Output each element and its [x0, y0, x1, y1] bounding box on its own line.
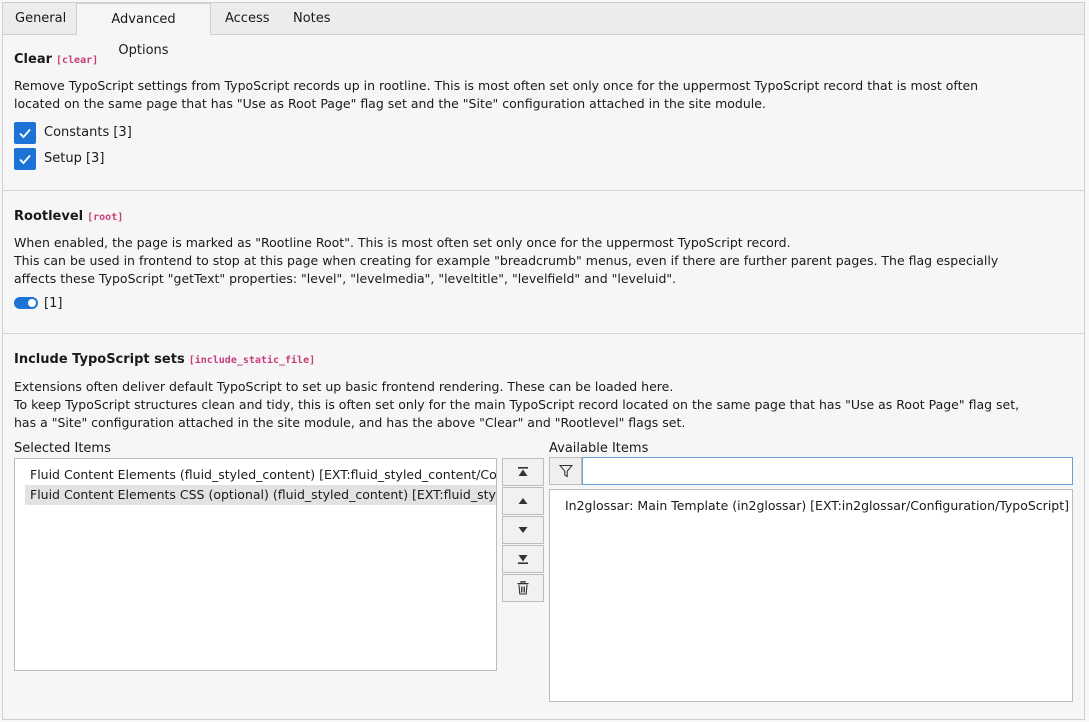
- checkmark-icon: [19, 128, 31, 139]
- tab-bar: General Advanced Options Access Notes: [3, 3, 1084, 58]
- list-item[interactable]: In2glossar: Main Template (in2glossar) […: [560, 496, 1069, 516]
- remove-button[interactable]: [502, 574, 544, 602]
- move-to-top-icon: [518, 467, 528, 476]
- include-heading: Include TypoScript sets [include_static_f…: [14, 352, 315, 367]
- clear-description-line: located on the same page that has "Use a…: [14, 96, 766, 111]
- include-description: Extensions often deliver default TypoScr…: [14, 378, 1019, 432]
- list-item[interactable]: Fluid Content Elements CSS (optional) (f…: [25, 485, 496, 505]
- move-to-top-button[interactable]: [502, 458, 544, 486]
- rootlevel-code: [root]: [87, 212, 124, 223]
- available-items-label: Available Items: [549, 441, 649, 456]
- rootlevel-toggle-label: [1]: [44, 296, 63, 311]
- include-description-line: has a "Site" configuration attached in t…: [14, 415, 686, 430]
- trash-icon: [517, 580, 529, 595]
- include-code: [include_static_file]: [188, 355, 316, 366]
- selected-items-list[interactable]: Fluid Content Elements (fluid_styled_con…: [14, 458, 497, 671]
- list-item[interactable]: Fluid Content Elements (fluid_styled_con…: [25, 465, 496, 485]
- tab-advanced-options[interactable]: Advanced Options: [76, 3, 211, 58]
- rootlevel-description: When enabled, the page is marked as "Roo…: [14, 234, 998, 288]
- rootlevel-title: Rootlevel: [14, 209, 84, 224]
- clear-heading: Clear [clear]: [14, 52, 98, 67]
- clear-description-line: Remove TypoScript settings from TypoScri…: [14, 78, 979, 93]
- setup-checkbox[interactable]: [14, 148, 36, 170]
- rootlevel-description-line: When enabled, the page is marked as "Roo…: [14, 235, 791, 250]
- rootlevel-description-line: affects these TypoScript "getText" prope…: [14, 271, 677, 286]
- form-panel: General Advanced Options Access Notes Cl…: [2, 2, 1085, 720]
- move-down-button[interactable]: [502, 516, 544, 544]
- constants-label: Constants [3]: [44, 125, 132, 140]
- tab-general[interactable]: General: [3, 3, 78, 34]
- move-to-bottom-icon: [518, 555, 528, 564]
- clear-title: Clear: [14, 52, 52, 67]
- tab-notes[interactable]: Notes: [281, 3, 343, 34]
- filter-input[interactable]: [582, 457, 1073, 485]
- clear-code: [clear]: [56, 55, 99, 66]
- move-down-icon: [518, 527, 528, 533]
- clear-description: Remove TypoScript settings from TypoScri…: [14, 77, 978, 113]
- tab-access[interactable]: Access: [213, 3, 282, 34]
- section-divider: [3, 190, 1084, 191]
- rootlevel-toggle[interactable]: [14, 297, 38, 309]
- rootlevel-heading: Rootlevel [root]: [14, 209, 123, 224]
- setup-label: Setup [3]: [44, 151, 105, 166]
- move-up-icon: [518, 498, 528, 504]
- include-description-line: Extensions often deliver default TypoScr…: [14, 379, 674, 394]
- filter-icon: [559, 464, 573, 478]
- constants-checkbox[interactable]: [14, 122, 36, 144]
- section-divider: [3, 333, 1084, 334]
- toggle-knob: [28, 299, 36, 307]
- include-description-line: To keep TypoScript structures clean and …: [14, 397, 1020, 412]
- rootlevel-description-line: This can be used in frontend to stop at …: [14, 253, 999, 268]
- available-items-list[interactable]: In2glossar: Main Template (in2glossar) […: [549, 489, 1073, 702]
- move-up-button[interactable]: [502, 487, 544, 515]
- filter-button[interactable]: [549, 457, 582, 485]
- move-to-bottom-button[interactable]: [502, 545, 544, 573]
- include-title: Include TypoScript sets: [14, 352, 185, 367]
- checkmark-icon: [19, 154, 31, 165]
- selected-items-label: Selected Items: [14, 441, 111, 456]
